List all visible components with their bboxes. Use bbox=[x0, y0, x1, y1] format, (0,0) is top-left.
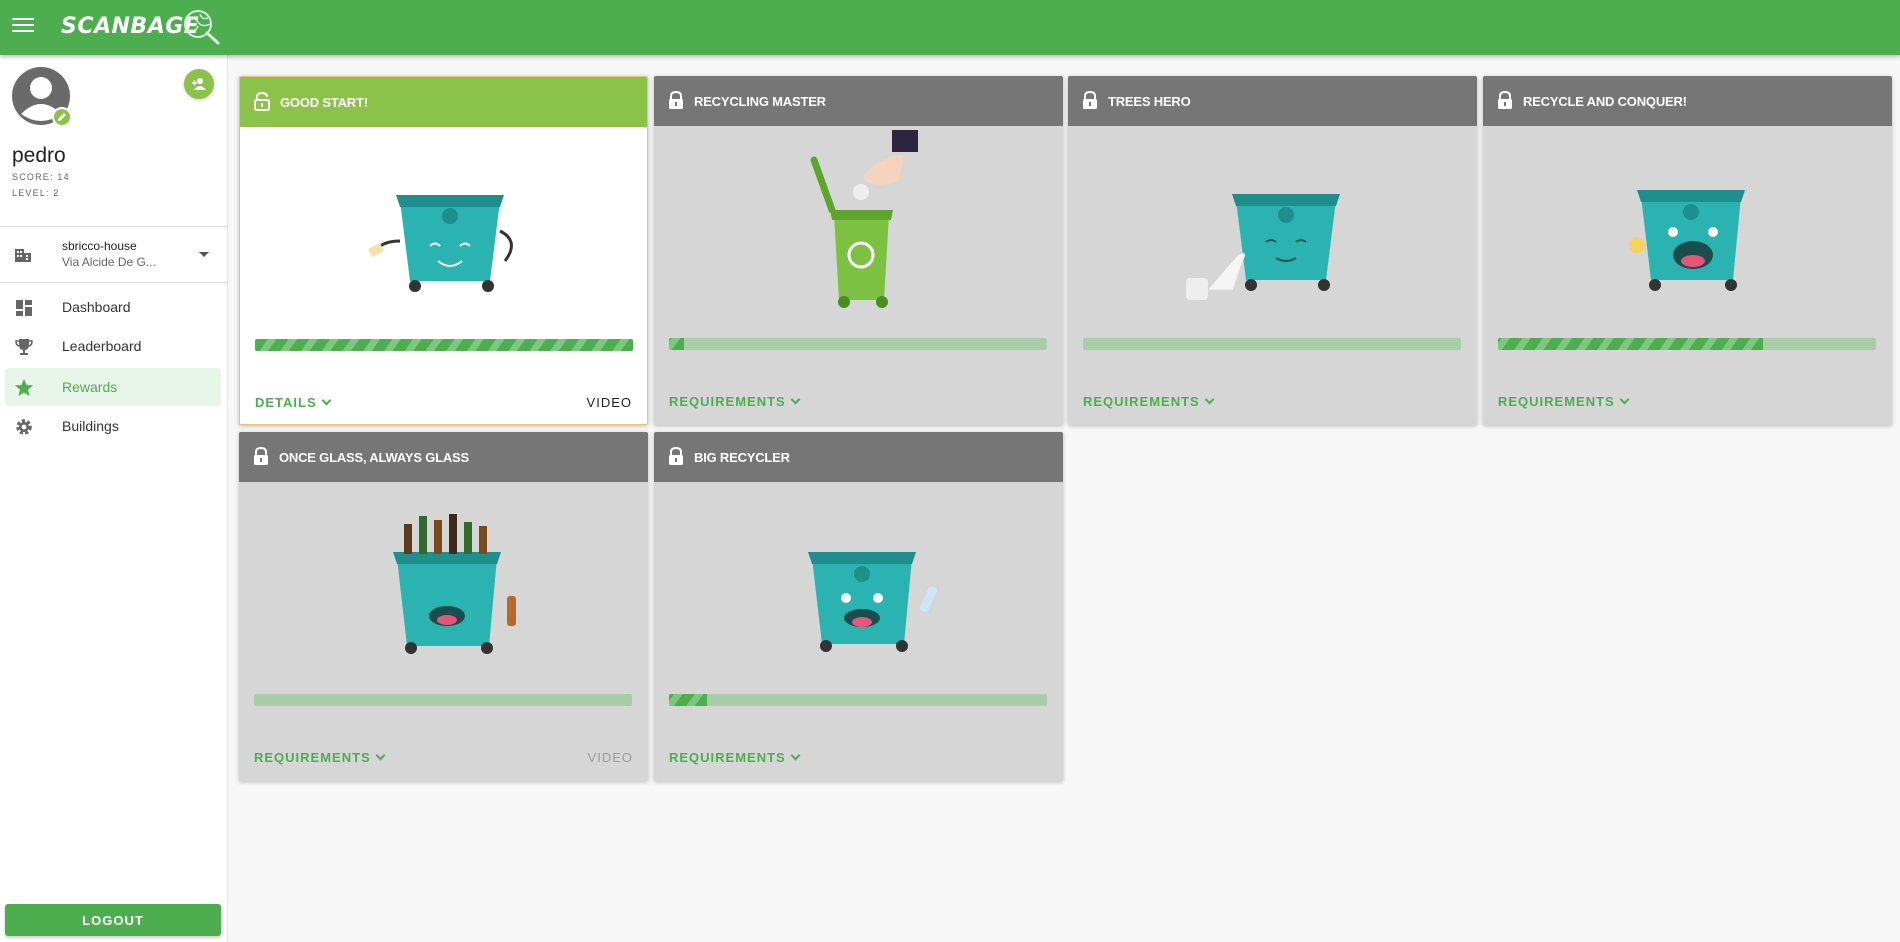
requirements-label: REQUIREMENTS bbox=[1498, 394, 1615, 409]
progress-bar bbox=[669, 338, 1047, 350]
lock-icon bbox=[669, 447, 683, 465]
unlocked-icon bbox=[254, 92, 270, 111]
video-button[interactable]: VIDEO bbox=[587, 395, 632, 410]
reward-card: RECYCLING MASTER REQUIREMENTS bbox=[654, 76, 1063, 425]
nav-item-buildings[interactable]: Buildings bbox=[5, 407, 221, 445]
add-user-button[interactable] bbox=[184, 69, 214, 99]
card-title: GOOD START! bbox=[280, 95, 368, 110]
card-title: ONCE GLASS, ALWAYS GLASS bbox=[279, 450, 469, 465]
reward-card: GOOD START! DETAILS VIDEO bbox=[239, 76, 648, 425]
nav-item-leaderboard[interactable]: Leaderboard bbox=[5, 327, 221, 365]
chevron-down-icon bbox=[1619, 394, 1630, 405]
green-bin-hand-image bbox=[810, 130, 918, 308]
nav-label: Buildings bbox=[62, 418, 119, 434]
bin-plastic-bottle-image bbox=[808, 552, 938, 652]
bin-shouting-image bbox=[1629, 190, 1745, 291]
nav-label: Leaderboard bbox=[62, 338, 142, 354]
progress-fill bbox=[669, 694, 707, 706]
bin-bottles-image bbox=[393, 514, 516, 654]
video-button: VIDEO bbox=[587, 750, 633, 765]
nav-label: Dashboard bbox=[62, 299, 131, 315]
chevron-down-icon bbox=[1204, 394, 1215, 405]
lock-icon bbox=[254, 447, 268, 465]
star-icon bbox=[15, 379, 33, 396]
building-address: Via Alcide De G... bbox=[62, 255, 156, 269]
caret-down-icon bbox=[199, 252, 209, 257]
progress-bar bbox=[1498, 338, 1876, 350]
add-user-icon bbox=[192, 78, 206, 90]
card-header: GOOD START! bbox=[240, 77, 647, 127]
logout-button[interactable]: LOGOUT bbox=[5, 904, 221, 936]
progress-bar bbox=[1083, 338, 1461, 350]
score-label: SCORE: 14 bbox=[12, 172, 70, 182]
card-header: ONCE GLASS, ALWAYS GLASS bbox=[239, 432, 648, 482]
menu-icon[interactable] bbox=[12, 14, 34, 36]
details-button[interactable]: DETAILS bbox=[255, 395, 332, 410]
username: pedro bbox=[12, 144, 66, 167]
nav-item-rewards[interactable]: Rewards bbox=[5, 368, 221, 406]
reward-card: ONCE GLASS, ALWAYS GLASS REQUIREMENTS VI… bbox=[239, 432, 648, 781]
pencil-icon bbox=[58, 113, 66, 121]
requirements-label: REQUIREMENTS bbox=[669, 394, 786, 409]
card-title: BIG RECYCLER bbox=[694, 450, 790, 465]
lock-icon bbox=[1498, 91, 1512, 109]
divider bbox=[0, 282, 228, 283]
progress-bar bbox=[255, 339, 633, 351]
nav-label: Rewards bbox=[62, 379, 118, 395]
requirements-button[interactable]: REQUIREMENTS bbox=[1083, 394, 1215, 409]
card-header: TREES HERO bbox=[1068, 76, 1477, 126]
requirements-label: REQUIREMENTS bbox=[254, 750, 371, 765]
building-selector[interactable]: sbricco-house Via Alcide De G... bbox=[0, 227, 228, 281]
dashboard-icon bbox=[16, 300, 32, 316]
progress-fill bbox=[1498, 338, 1763, 350]
chevron-down-icon bbox=[321, 395, 332, 406]
requirements-button[interactable]: REQUIREMENTS bbox=[669, 394, 801, 409]
card-title: TREES HERO bbox=[1108, 94, 1191, 109]
reward-card: TREES HERO REQUIREMENTS bbox=[1068, 76, 1477, 425]
bin-toilet-paper-image bbox=[1186, 194, 1340, 300]
progress-bar bbox=[254, 694, 632, 706]
chevron-down-icon bbox=[375, 750, 386, 761]
requirements-button[interactable]: REQUIREMENTS bbox=[254, 750, 386, 765]
sidebar: pedro SCORE: 14 LEVEL: 2 sbricco-house V… bbox=[0, 55, 228, 942]
requirements-label: REQUIREMENTS bbox=[1083, 394, 1200, 409]
card-header: BIG RECYCLER bbox=[654, 432, 1063, 482]
reward-card: BIG RECYCLER REQUIREMENTS bbox=[654, 432, 1063, 781]
building-icon bbox=[15, 249, 31, 262]
card-title: RECYCLE AND CONQUER! bbox=[1523, 94, 1687, 109]
chevron-down-icon bbox=[790, 750, 801, 761]
app-logo-text: SCANBAGE bbox=[61, 14, 200, 39]
chevron-down-icon bbox=[790, 394, 801, 405]
reward-card: RECYCLE AND CONQUER! REQUIREMENTS bbox=[1483, 76, 1892, 425]
card-header: RECYCLING MASTER bbox=[654, 76, 1063, 126]
trophy-icon bbox=[15, 339, 33, 355]
progress-fill bbox=[255, 339, 633, 351]
edit-avatar-button[interactable] bbox=[52, 107, 72, 127]
level-label: LEVEL: 2 bbox=[12, 188, 60, 198]
card-title: RECYCLING MASTER bbox=[694, 94, 826, 109]
progress-fill bbox=[669, 338, 685, 350]
requirements-button[interactable]: REQUIREMENTS bbox=[669, 750, 801, 765]
progress-bar bbox=[669, 694, 1047, 706]
lock-icon bbox=[669, 91, 683, 109]
happy-bin-cleaning-image bbox=[368, 195, 513, 292]
requirements-button[interactable]: REQUIREMENTS bbox=[1498, 394, 1630, 409]
requirements-label: REQUIREMENTS bbox=[669, 750, 786, 765]
building-name: sbricco-house bbox=[62, 239, 137, 253]
details-label: DETAILS bbox=[255, 395, 317, 410]
top-app-bar: SCANBAGE bbox=[0, 0, 1900, 55]
lock-icon bbox=[1083, 91, 1097, 109]
gear-icon bbox=[16, 419, 32, 435]
nav-item-dashboard[interactable]: Dashboard bbox=[5, 288, 221, 326]
card-header: RECYCLE AND CONQUER! bbox=[1483, 76, 1892, 126]
logo-globe-magnifier-icon bbox=[184, 10, 220, 45]
